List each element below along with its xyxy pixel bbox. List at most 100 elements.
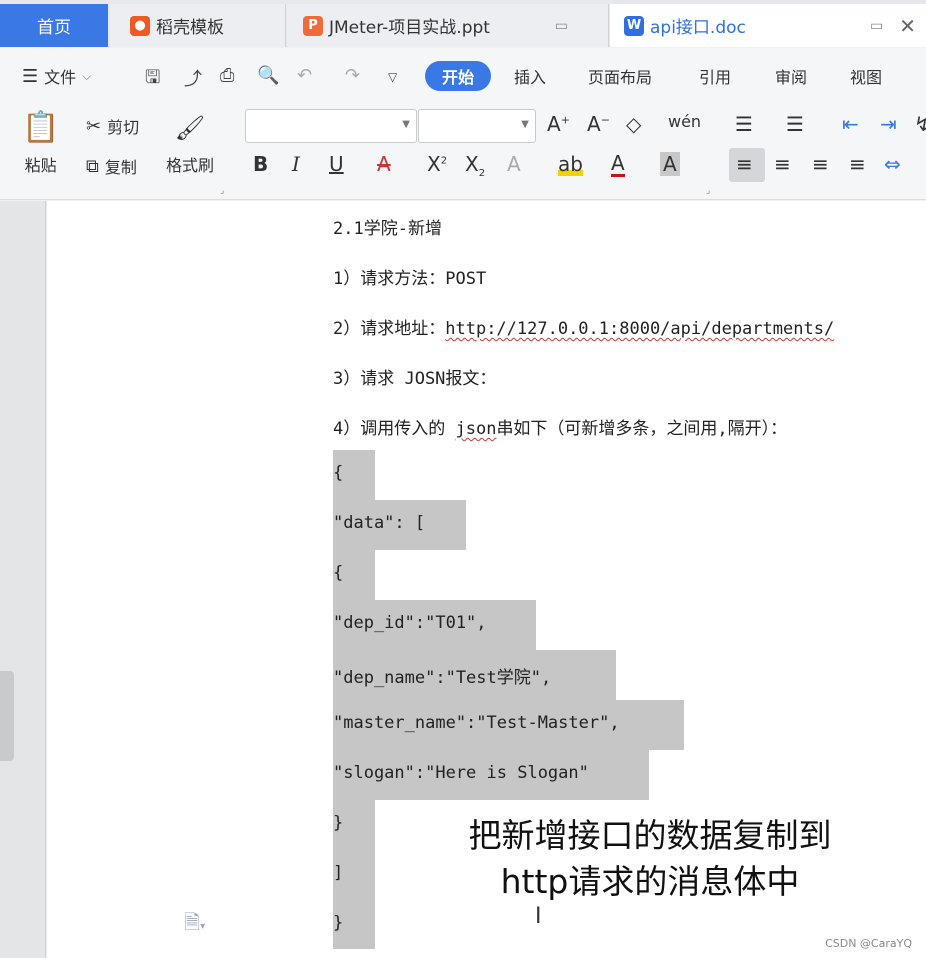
character-shading-icon[interactable]: A [660, 152, 680, 176]
tab-daoke-templates[interactable]: ● 稻壳模板 [110, 4, 286, 47]
tab-label: JMeter-项目实战.ppt [329, 18, 490, 38]
copy-label: 复制 [104, 158, 137, 177]
align-center-icon[interactable]: ≡ [774, 152, 791, 176]
paste-icon: 📋 [22, 110, 60, 145]
text-cursor-icon: I [535, 904, 542, 929]
chevron-down-icon: ▼ [521, 119, 529, 130]
print-icon[interactable]: ⎙ [220, 65, 234, 86]
file-menu-label: 文件 [44, 68, 77, 87]
save-icon[interactable]: 🖫 [145, 65, 160, 95]
tab-home-label: 首页 [37, 18, 71, 38]
code-line[interactable]: "dep_name":"Test学院", [333, 650, 616, 700]
bullets-icon[interactable]: ☰ [735, 112, 753, 136]
bold-icon[interactable]: B [253, 152, 268, 176]
tab-page-layout[interactable]: 页面布局 [588, 64, 652, 88]
json-word: json [455, 419, 497, 439]
paste-label: 粘贴 [24, 156, 57, 175]
tab-home[interactable]: 首页 [0, 4, 108, 47]
strikethrough-icon[interactable]: A [377, 152, 391, 176]
chevron-down-icon: ▼ [402, 119, 410, 130]
code-line[interactable]: } [333, 800, 375, 850]
tab-api-doc[interactable]: W api接口.doc ▭ ✕ [610, 4, 926, 47]
align-left-icon[interactable]: ≡ [736, 152, 753, 176]
tab-label: api接口.doc [650, 18, 746, 38]
ribbon: 📋 粘贴 ✂ 剪切 ⧉ 复制 🖌 格式刷 ⌟ ▼ ▼ A+ A− ◇ wén B… [0, 104, 926, 200]
copy-icon: ⧉ [86, 155, 99, 177]
tab-review[interactable]: 审阅 [775, 64, 807, 88]
undo-icon[interactable]: ↶ [297, 65, 312, 86]
word-doc-icon: W [624, 15, 644, 36]
code-line[interactable]: "master_name":"Test-Master", [333, 700, 684, 750]
file-menu[interactable]: ☰ 文件 ⌵ [22, 64, 91, 88]
tab-ppt[interactable]: P JMeter-项目实战.ppt ▭ [287, 4, 609, 47]
redo-icon[interactable]: ↷ [345, 65, 360, 86]
tab-insert[interactable]: 插入 [514, 64, 546, 88]
caption-line-2: http请求的消息体中 [500, 862, 800, 901]
request-url-label: 2）请求地址： [333, 319, 446, 339]
underline-icon[interactable]: U [329, 152, 344, 176]
pinyin-guide-icon[interactable]: wén [668, 112, 701, 131]
tab-bar: 首页 ● 稻壳模板 P JMeter-项目实战.ppt ▭ W api接口.do… [0, 0, 926, 47]
paragraph-json-description: 4）调用传入的 json串如下（可新增多条，之间用,隔开）： [333, 414, 787, 439]
subscript-icon[interactable]: X2 [465, 152, 485, 179]
format-painter-button[interactable]: 🖌 格式刷 [166, 114, 214, 176]
video-caption: 把新增接口的数据复制到 http请求的消息体中 [410, 813, 890, 905]
monitor-icon[interactable]: ▭ [870, 18, 883, 34]
align-right-icon[interactable]: ≡ [812, 152, 829, 176]
font-size-select[interactable]: ▼ [418, 109, 536, 143]
watermark: CSDN @CaraYQ [825, 937, 912, 950]
font-name-select[interactable]: ▼ [245, 109, 417, 143]
tab-label: 稻壳模板 [156, 18, 224, 38]
menu-bar: ☰ 文件 ⌵ 🖫 ⤴ ⎙ 🔍 ↶ ↷ ▽ 开始 插入 页面布局 引用 审阅 视图 [0, 48, 926, 104]
code-line[interactable]: { [333, 450, 375, 500]
tab-references[interactable]: 引用 [699, 64, 731, 88]
left-navigation-bar [0, 201, 46, 958]
code-line[interactable]: ] [333, 850, 375, 900]
clear-formatting-icon[interactable]: ◇ [626, 112, 641, 136]
paste-button[interactable]: 📋 粘贴 [22, 110, 59, 176]
numbering-icon[interactable]: ☰ [786, 112, 804, 136]
increase-indent-icon[interactable]: ⇥ [880, 112, 897, 136]
tab-home-ribbon[interactable]: 开始 [425, 61, 491, 91]
chevron-down-icon: ⌵ [82, 68, 92, 83]
close-icon[interactable]: ✕ [899, 14, 916, 38]
code-line[interactable]: "data": [ [333, 500, 466, 550]
copy-button[interactable]: ⧉ 复制 [86, 154, 137, 178]
request-url-link[interactable]: http://127.0.0.1:8000/api/departments/ [445, 319, 834, 339]
text-effects-icon[interactable]: A [507, 152, 521, 176]
italic-icon[interactable]: I [292, 152, 300, 176]
paintbrush-icon: 🖌 [174, 114, 206, 142]
highlight-icon[interactable]: ab [558, 152, 583, 176]
print-preview-icon[interactable]: 🔍 [257, 65, 279, 86]
font-dialog-launcher-icon[interactable]: ⌟ [706, 186, 710, 196]
output-pdf-icon[interactable]: ⤴ [184, 65, 202, 91]
increase-font-size-icon[interactable]: A+ [547, 112, 570, 136]
decrease-font-size-icon[interactable]: A− [587, 112, 610, 136]
code-line[interactable]: } [333, 900, 375, 949]
superscript-icon[interactable]: X2 [427, 152, 447, 176]
cut-button[interactable]: ✂ 剪切 [86, 114, 139, 138]
font-color-icon[interactable]: A [611, 152, 625, 177]
code-line[interactable]: { [333, 550, 375, 600]
p4-prefix: 4）调用传入的 [333, 419, 456, 439]
decrease-indent-icon[interactable]: ⇤ [842, 112, 859, 136]
distributed-icon[interactable]: ⇔ [884, 152, 901, 176]
scissors-icon: ✂ [86, 115, 102, 137]
tab-view[interactable]: 视图 [850, 64, 882, 88]
ppt-icon: P [303, 15, 323, 36]
paragraph-request-json: 3）请求 JOSN报文： [333, 369, 497, 389]
paragraph-request-url: 2）请求地址：http://127.0.0.1:8000/api/departm… [333, 314, 834, 339]
code-line[interactable]: "slogan":"Here is Slogan" [333, 750, 649, 800]
daoke-logo-icon: ● [130, 15, 150, 36]
format-painter-label: 格式刷 [166, 156, 215, 175]
justify-icon[interactable]: ≡ [849, 152, 866, 176]
more-icon[interactable]: ↯ [914, 112, 926, 136]
monitor-icon[interactable]: ▭ [555, 18, 568, 34]
customize-dropdown-icon[interactable]: ▽ [388, 70, 397, 84]
paragraph-request-method: 1）请求方法：POST [333, 269, 487, 289]
p4-rest: 串如下（可新增多条，之间用,隔开）： [496, 419, 788, 439]
clipboard-dialog-launcher-icon[interactable]: ⌟ [220, 186, 224, 196]
left-panel-handle[interactable] [0, 671, 14, 761]
code-line[interactable]: "dep_id":"T01", [333, 600, 536, 650]
document-page-icon[interactable]: 🗎▾ [184, 908, 205, 942]
